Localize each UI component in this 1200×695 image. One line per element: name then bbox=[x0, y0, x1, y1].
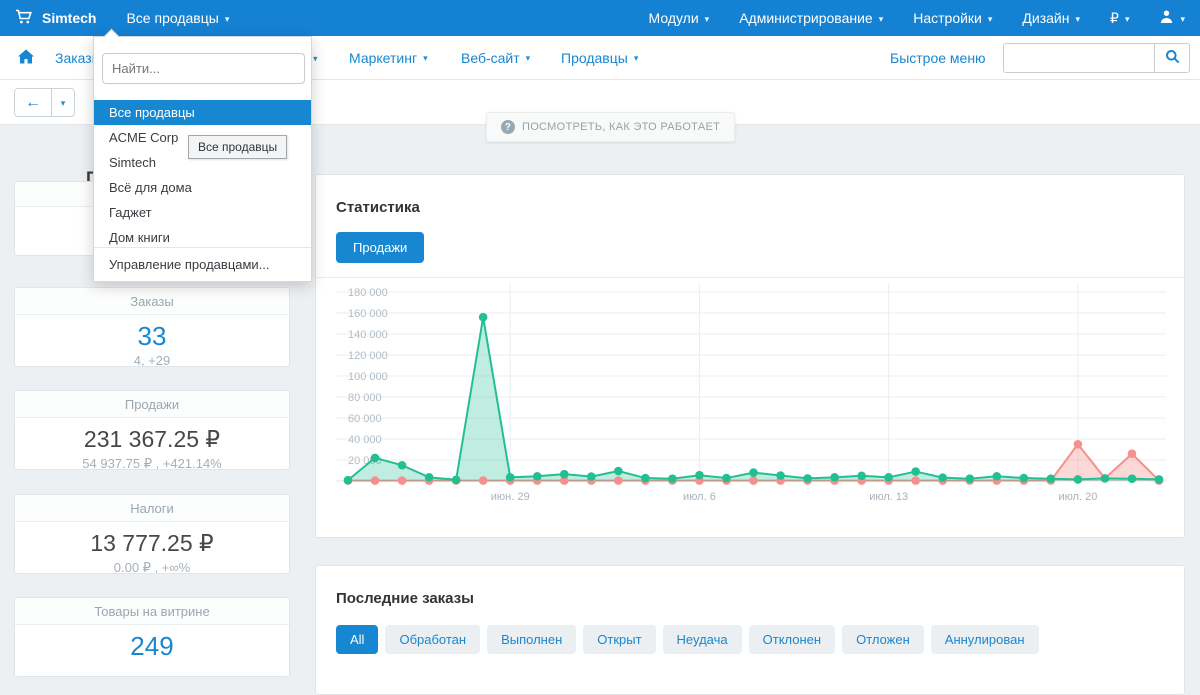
vendor-option-gadget[interactable]: Гаджет bbox=[94, 200, 311, 225]
nav-item-website[interactable]: Веб-сайт▾ bbox=[461, 50, 530, 66]
nav-item-marketing[interactable]: Маркетинг▾ bbox=[349, 50, 428, 66]
caret-down-icon: ▾ bbox=[61, 99, 66, 108]
tooltip: Все продавцы bbox=[188, 135, 287, 159]
stat-card-value: 33 bbox=[21, 322, 283, 351]
vendor-switcher-trigger[interactable]: Все продавцы ▾ bbox=[126, 10, 229, 26]
filter-processed[interactable]: Обработан bbox=[385, 625, 480, 654]
stat-card-value: 13 777.25 ₽ bbox=[21, 529, 283, 558]
menu-settings[interactable]: Настройки▾ bbox=[913, 10, 992, 26]
menu-user[interactable]: ▾ bbox=[1159, 9, 1185, 27]
stat-card-value: 231 367.25 ₽ bbox=[21, 425, 283, 454]
stat-card-title: Товары на витрине bbox=[15, 598, 289, 625]
question-icon: ? bbox=[501, 120, 515, 134]
menu-design[interactable]: Дизайн▾ bbox=[1022, 10, 1080, 26]
filter-backordered[interactable]: Отложен bbox=[842, 625, 924, 654]
back-button[interactable]: ← bbox=[14, 88, 52, 117]
topbar-menu: Модули▾ Администрирование▾ Настройки▾ Ди… bbox=[649, 9, 1185, 27]
svg-text:80 000: 80 000 bbox=[348, 392, 382, 404]
svg-text:120 000: 120 000 bbox=[348, 350, 388, 362]
caret-down-icon: ▾ bbox=[705, 15, 710, 24]
svg-text:июл. 20: июл. 20 bbox=[1058, 491, 1097, 503]
svg-text:100 000: 100 000 bbox=[348, 371, 388, 383]
manage-vendors-link[interactable]: Управление продавцами... bbox=[94, 247, 311, 281]
stat-card-subvalue: 54 937.75 ₽ , +421.14% bbox=[21, 456, 283, 470]
svg-text:140 000: 140 000 bbox=[348, 329, 388, 341]
arrow-left-icon: ← bbox=[25, 94, 41, 112]
vendor-switcher-label: Все продавцы bbox=[126, 10, 218, 26]
quick-search-button[interactable] bbox=[1154, 44, 1189, 72]
back-split-button[interactable]: ▾ bbox=[51, 88, 75, 117]
vendor-search-input[interactable] bbox=[102, 53, 305, 84]
statistics-card: Статистика Продажи 20 00040 00060 00080 … bbox=[315, 174, 1185, 538]
caret-down-icon: ▾ bbox=[1180, 15, 1185, 24]
caret-down-icon: ▾ bbox=[423, 54, 428, 63]
divider bbox=[316, 277, 1184, 278]
home-button[interactable] bbox=[18, 49, 34, 66]
back-button-group: ← ▾ bbox=[14, 88, 75, 117]
stat-card-orders: Заказы 33 4, +29 bbox=[14, 287, 290, 367]
filter-failed[interactable]: Неудача bbox=[663, 625, 742, 654]
last-orders-card: Последние заказы All Обработан Выполнен … bbox=[315, 565, 1185, 695]
svg-text:июл. 13: июл. 13 bbox=[869, 491, 908, 503]
vendor-option-home[interactable]: Всё для дома bbox=[94, 175, 311, 200]
caret-down-icon: ▾ bbox=[313, 54, 318, 63]
svg-text:июл. 6: июл. 6 bbox=[683, 491, 716, 503]
vendor-dropdown-panel: Все продавцы ACME Corp Simtech Всё для д… bbox=[93, 36, 312, 282]
vendor-options-list: Все продавцы ACME Corp Simtech Всё для д… bbox=[94, 100, 311, 247]
brand-name: Simtech bbox=[42, 10, 96, 26]
stat-card-subvalue: 0.00 ₽ , +∞% bbox=[21, 560, 283, 574]
howto-button[interactable]: ? ПОСМОТРЕТЬ, КАК ЭТО РАБОТАЕТ bbox=[486, 112, 735, 142]
caret-down-icon: ▾ bbox=[879, 15, 884, 24]
nav-item-vendors[interactable]: Продавцы▾ bbox=[561, 50, 638, 66]
filter-complete[interactable]: Выполнен bbox=[487, 625, 576, 654]
filter-declined[interactable]: Отклонен bbox=[749, 625, 835, 654]
sales-tab-button[interactable]: Продажи bbox=[336, 232, 424, 263]
quick-search-input[interactable] bbox=[1004, 44, 1154, 72]
quick-menu-link[interactable]: Быстрое меню bbox=[890, 50, 986, 66]
stat-card-title: Заказы bbox=[15, 288, 289, 315]
quick-search bbox=[1003, 43, 1190, 73]
stat-card-title: Продажи bbox=[15, 391, 289, 418]
user-icon bbox=[1159, 9, 1174, 27]
home-icon bbox=[18, 49, 34, 66]
stat-card-title: Налоги bbox=[15, 495, 289, 522]
last-orders-title: Последние заказы bbox=[336, 590, 1164, 607]
caret-down-icon: ▾ bbox=[988, 15, 993, 24]
order-status-filters: All Обработан Выполнен Открыт Неудача От… bbox=[336, 625, 1164, 654]
stat-card-sales: Продажи 231 367.25 ₽ 54 937.75 ₽ , +421.… bbox=[14, 390, 290, 470]
menu-administration[interactable]: Администрирование▾ bbox=[739, 10, 883, 26]
filter-all[interactable]: All bbox=[336, 625, 378, 654]
filter-cancelled[interactable]: Аннулирован bbox=[931, 625, 1039, 654]
svg-text:40 000: 40 000 bbox=[348, 434, 382, 446]
svg-text:60 000: 60 000 bbox=[348, 413, 382, 425]
caret-down-icon: ▾ bbox=[634, 54, 639, 63]
cart-icon bbox=[15, 9, 33, 28]
caret-down-icon: ▾ bbox=[1125, 15, 1130, 24]
vendor-option-books[interactable]: Дом книги bbox=[94, 225, 311, 247]
svg-text:180 000: 180 000 bbox=[348, 287, 388, 299]
svg-text:июн. 29: июн. 29 bbox=[491, 491, 530, 503]
filter-open[interactable]: Открыт bbox=[583, 625, 655, 654]
nav-item-covered-caret[interactable]: ▾ bbox=[313, 53, 318, 62]
caret-down-icon: ▾ bbox=[225, 15, 230, 24]
vendor-option-all[interactable]: Все продавцы bbox=[94, 100, 311, 125]
caret-down-icon: ▾ bbox=[526, 54, 531, 63]
svg-text:160 000: 160 000 bbox=[348, 308, 388, 320]
statistics-title: Статистика bbox=[336, 199, 1164, 216]
topbar: Simtech Все продавцы ▾ Модули▾ Администр… bbox=[0, 0, 1200, 36]
stat-card-products: Товары на витрине 249 bbox=[14, 597, 290, 677]
stat-card-subvalue: 4, +29 bbox=[21, 353, 283, 367]
search-icon bbox=[1165, 49, 1180, 67]
menu-modules[interactable]: Модули▾ bbox=[649, 10, 710, 26]
sales-chart: 20 00040 00060 00080 000100 000120 00014… bbox=[336, 284, 1166, 512]
menu-currency[interactable]: ₽▾ bbox=[1110, 10, 1129, 27]
stat-card-value: 249 bbox=[21, 632, 283, 661]
caret-down-icon: ▾ bbox=[1075, 15, 1080, 24]
stat-card-taxes: Налоги 13 777.25 ₽ 0.00 ₽ , +∞% bbox=[14, 494, 290, 574]
